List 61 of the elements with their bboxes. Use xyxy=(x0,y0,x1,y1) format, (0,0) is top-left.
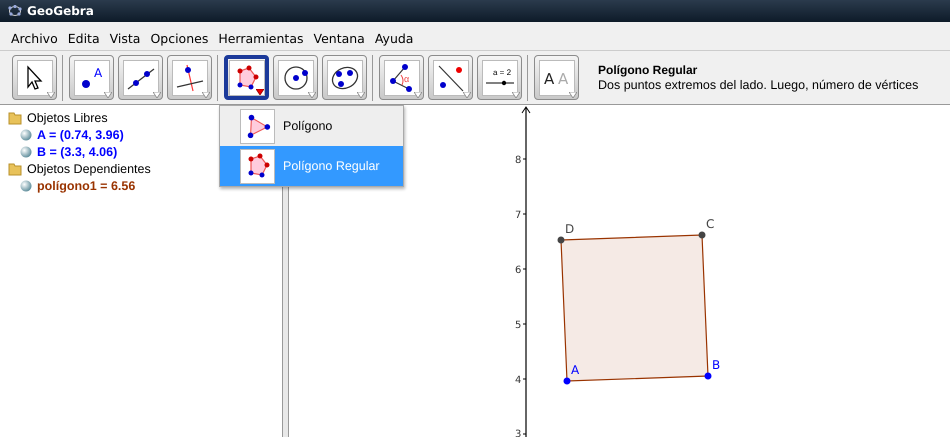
menu-item[interactable]: Edita xyxy=(62,30,105,46)
point-label: D xyxy=(565,222,574,236)
menu-item[interactable]: Opciones xyxy=(145,30,214,46)
caret-icon xyxy=(256,89,264,95)
menu-item[interactable]: Archivo xyxy=(6,30,63,46)
tool-button[interactable]: α xyxy=(379,55,424,100)
visibility-ball-icon[interactable] xyxy=(20,180,32,192)
menu-item[interactable]: Ayuda xyxy=(370,30,418,46)
point[interactable] xyxy=(698,232,706,238)
caret-icon xyxy=(202,92,210,98)
caret-icon xyxy=(47,92,55,98)
menu-item[interactable]: Vista xyxy=(104,30,146,46)
point-label: C xyxy=(706,217,714,231)
axis-tick-label: 3 xyxy=(515,429,522,437)
axis-tick-label: 8 xyxy=(515,155,522,166)
app-icon xyxy=(8,5,22,17)
tool-button[interactable] xyxy=(273,55,318,100)
visibility-ball-icon[interactable] xyxy=(20,146,32,158)
folder-label[interactable]: Objetos Dependientes xyxy=(27,162,151,176)
folder-label[interactable]: Objetos Libres xyxy=(27,110,108,124)
caret-icon xyxy=(569,92,577,98)
tool-button[interactable] xyxy=(428,55,473,100)
folder-icon xyxy=(8,110,22,124)
tool-button[interactable] xyxy=(118,55,163,100)
caret-icon xyxy=(153,92,161,98)
tool-button[interactable] xyxy=(12,55,57,100)
algebra-object[interactable]: polígono1 = 6.56 xyxy=(37,178,136,192)
tool-button[interactable]: A A xyxy=(534,55,579,100)
tool-menu-item[interactable]: Polígono xyxy=(220,106,403,146)
point[interactable] xyxy=(564,378,570,384)
window-title: GeoGebra xyxy=(27,4,94,18)
tool-button[interactable] xyxy=(322,55,367,100)
menu-item[interactable]: Ventana xyxy=(308,30,370,46)
visibility-ball-icon[interactable] xyxy=(20,128,32,140)
text-style-icon: A A xyxy=(542,62,572,92)
algebra-object[interactable]: A = (0.74, 3.96) xyxy=(37,128,124,142)
point[interactable] xyxy=(558,236,564,244)
caret-icon xyxy=(357,92,365,98)
tool-button[interactable]: A xyxy=(69,55,114,100)
tool-help-text: Dos puntos extremos del lado. Luego, número de vértices xyxy=(598,78,918,92)
caret-icon xyxy=(512,92,520,98)
caret-icon xyxy=(463,92,471,98)
menu-item[interactable]: Herramientas xyxy=(213,30,308,46)
axis-tick-label: 4 xyxy=(515,375,522,386)
caret-icon xyxy=(308,92,316,98)
caret-icon xyxy=(104,92,112,98)
tool-help-title: Polígono Regular xyxy=(598,63,698,77)
tool-button[interactable]: a = 2 xyxy=(477,55,522,100)
axis-tick-label: 5 xyxy=(515,320,522,331)
tool-button[interactable] xyxy=(224,55,269,100)
folder-icon xyxy=(8,162,22,176)
point[interactable] xyxy=(704,372,712,380)
caret-icon xyxy=(414,92,422,98)
axis-tick-label: 6 xyxy=(515,265,522,276)
point-label: B xyxy=(712,358,720,372)
algebra-object[interactable]: B = (3.3, 4.06) xyxy=(37,144,118,158)
point-label: A xyxy=(571,363,580,377)
perpendicular-line-icon xyxy=(174,62,204,92)
axis-tick-label: 7 xyxy=(515,210,522,221)
tool-button[interactable] xyxy=(167,55,212,100)
polygon[interactable] xyxy=(560,234,709,382)
